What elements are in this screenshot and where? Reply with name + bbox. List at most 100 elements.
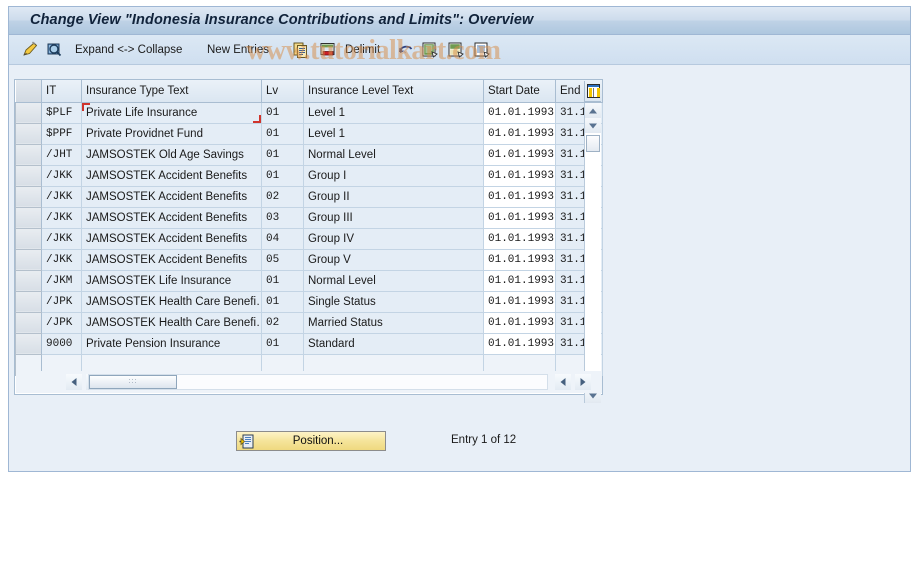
row-selector[interactable] — [15, 269, 42, 292]
cell-type-text[interactable]: Private Pension Insurance — [81, 333, 262, 355]
cell-it[interactable]: 9000 — [41, 333, 82, 355]
cell-level-text[interactable]: Normal Level — [303, 144, 484, 166]
position-button[interactable]: Position... — [236, 431, 386, 451]
row-selector[interactable] — [15, 164, 42, 187]
cell-start-date[interactable]: 01.01.1993 — [483, 165, 556, 187]
column-header-type-text[interactable]: Insurance Type Text — [81, 80, 262, 103]
cell-lv[interactable]: 01 — [261, 270, 304, 292]
toolbar-button-delimit[interactable]: Delimit — [345, 35, 380, 65]
cell-start-date[interactable]: 01.01.1993 — [483, 102, 556, 124]
scroll-up-button[interactable] — [585, 103, 601, 118]
scroll-right-end-button[interactable] — [575, 374, 591, 390]
cell-lv[interactable]: 01 — [261, 123, 304, 145]
vertical-scroll-thumb[interactable] — [586, 135, 600, 152]
cell-level-text[interactable]: Group V — [303, 249, 484, 271]
cell-type-text[interactable]: JAMSOSTEK Life Insurance — [81, 270, 262, 292]
table-row[interactable]: /JKK JAMSOSTEK Accident Benefits 04 Grou… — [15, 227, 603, 250]
table-row[interactable]: /JKK JAMSOSTEK Accident Benefits 03 Grou… — [15, 206, 603, 229]
cell-it[interactable]: /JHT — [41, 144, 82, 166]
cell-it[interactable]: /JKK — [41, 165, 82, 187]
cell-lv[interactable]: 02 — [261, 312, 304, 334]
toolbar-button-undo[interactable] — [397, 35, 415, 65]
cell-level-text[interactable]: Group II — [303, 186, 484, 208]
toolbar-button-new-entries[interactable]: New Entries — [207, 35, 269, 65]
cell-type-text[interactable]: JAMSOSTEK Accident Benefits — [81, 249, 262, 271]
toolbar-button-display-details[interactable] — [45, 35, 63, 65]
cell-lv[interactable]: 01 — [261, 291, 304, 313]
cell-lv[interactable]: 03 — [261, 207, 304, 229]
cell-level-text[interactable]: Normal Level — [303, 270, 484, 292]
cell-lv[interactable]: 02 — [261, 186, 304, 208]
cell-it[interactable]: /JPK — [41, 291, 82, 313]
vertical-scrollbar[interactable] — [584, 103, 601, 373]
table-row[interactable]: /JPK JAMSOSTEK Health Care Benefi… 02 Ma… — [15, 311, 603, 334]
row-selector[interactable] — [15, 311, 42, 334]
cell-type-text[interactable]: JAMSOSTEK Accident Benefits — [81, 165, 262, 187]
cell-start-date[interactable]: 01.01.1993 — [483, 228, 556, 250]
cell-type-text[interactable]: JAMSOSTEK Accident Benefits — [81, 228, 262, 250]
horizontal-scrollbar[interactable]: ::: — [16, 371, 602, 393]
cell-type-text[interactable]: Private Life Insurance — [81, 102, 262, 124]
row-selector[interactable] — [15, 227, 42, 250]
toolbar-button-deselect-all[interactable] — [473, 35, 491, 65]
cell-level-text[interactable]: Level 1 — [303, 123, 484, 145]
toolbar-button-expand-collapse[interactable]: Expand <-> Collapse — [75, 35, 182, 65]
cell-level-text[interactable]: Group IV — [303, 228, 484, 250]
column-settings-button[interactable] — [584, 81, 601, 102]
table-row[interactable]: 9000 Private Pension Insurance 01 Standa… — [15, 332, 603, 355]
cell-start-date[interactable]: 01.01.1993 — [483, 312, 556, 334]
table-row[interactable]: /JKK JAMSOSTEK Accident Benefits 05 Grou… — [15, 248, 603, 271]
toolbar-button-delete-entry[interactable] — [319, 35, 337, 65]
cell-type-text[interactable]: JAMSOSTEK Accident Benefits — [81, 186, 262, 208]
scroll-down-button[interactable] — [585, 118, 601, 133]
cell-start-date[interactable]: 01.01.1993 — [483, 123, 556, 145]
cell-type-text[interactable]: Private Providnet Fund — [81, 123, 262, 145]
row-selector[interactable] — [15, 185, 42, 208]
cell-lv[interactable]: 01 — [261, 333, 304, 355]
toolbar-button-select-all[interactable] — [421, 35, 439, 65]
column-header-start-date[interactable]: Start Date — [483, 80, 556, 103]
cell-it[interactable]: /JKK — [41, 186, 82, 208]
row-selector[interactable] — [15, 206, 42, 229]
cell-it[interactable]: /JKK — [41, 228, 82, 250]
cell-it[interactable]: /JPK — [41, 312, 82, 334]
cell-lv[interactable]: 04 — [261, 228, 304, 250]
table-row[interactable]: /JKK JAMSOSTEK Accident Benefits 01 Grou… — [15, 164, 603, 187]
table-row[interactable]: /JHT JAMSOSTEK Old Age Savings 01 Normal… — [15, 143, 603, 166]
toolbar-button-change-display[interactable] — [21, 35, 39, 65]
cell-start-date[interactable]: 01.01.1993 — [483, 333, 556, 355]
cell-it[interactable]: $PPF — [41, 123, 82, 145]
column-header-it[interactable]: IT — [41, 80, 82, 103]
table-row[interactable]: /JKK JAMSOSTEK Accident Benefits 02 Grou… — [15, 185, 603, 208]
horizontal-scroll-thumb[interactable]: ::: — [89, 375, 177, 389]
horizontal-scroll-track[interactable]: ::: — [88, 374, 548, 390]
cell-level-text[interactable]: Married Status — [303, 312, 484, 334]
table-row[interactable]: $PLF Private Life Insurance 01 Level 1 0… — [15, 101, 603, 124]
cell-start-date[interactable]: 01.01.1993 — [483, 249, 556, 271]
cell-start-date[interactable]: 01.01.1993 — [483, 186, 556, 208]
cell-lv[interactable]: 01 — [261, 165, 304, 187]
table-row[interactable]: /JKM JAMSOSTEK Life Insurance 01 Normal … — [15, 269, 603, 292]
table-row[interactable]: $PPF Private Providnet Fund 01 Level 1 0… — [15, 122, 603, 145]
row-selector[interactable] — [15, 143, 42, 166]
row-selector[interactable] — [15, 101, 42, 124]
column-header-select[interactable] — [15, 80, 42, 103]
cell-type-text[interactable]: JAMSOSTEK Old Age Savings — [81, 144, 262, 166]
cell-start-date[interactable]: 01.01.1993 — [483, 291, 556, 313]
cell-start-date[interactable]: 01.01.1993 — [483, 144, 556, 166]
cell-start-date[interactable]: 01.01.1993 — [483, 270, 556, 292]
cell-it[interactable]: $PLF — [41, 102, 82, 124]
cell-level-text[interactable]: Group I — [303, 165, 484, 187]
cell-type-text[interactable]: JAMSOSTEK Health Care Benefi… — [81, 291, 262, 313]
cell-level-text[interactable]: Standard — [303, 333, 484, 355]
scroll-left-button[interactable] — [66, 374, 82, 390]
row-selector[interactable] — [15, 248, 42, 271]
cell-lv[interactable]: 05 — [261, 249, 304, 271]
cell-it[interactable]: /JKK — [41, 249, 82, 271]
cell-it[interactable]: /JKK — [41, 207, 82, 229]
cell-level-text[interactable]: Group III — [303, 207, 484, 229]
row-selector[interactable] — [15, 122, 42, 145]
scroll-left-end-button[interactable] — [555, 374, 571, 390]
row-selector[interactable] — [15, 290, 42, 313]
table-row[interactable]: /JPK JAMSOSTEK Health Care Benefi… 01 Si… — [15, 290, 603, 313]
